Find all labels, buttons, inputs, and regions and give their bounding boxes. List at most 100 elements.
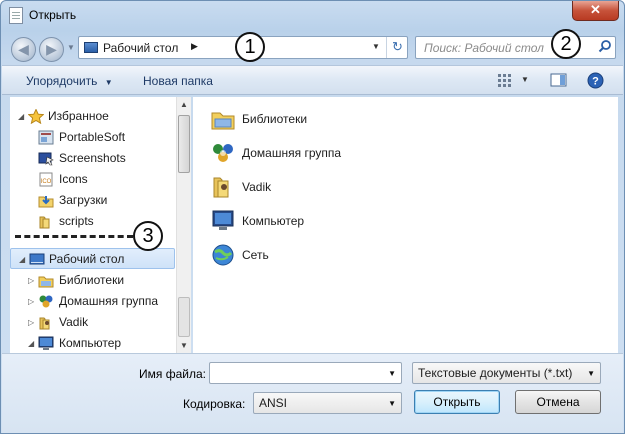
view-grid-icon[interactable] <box>497 72 515 88</box>
new-folder-button[interactable]: Новая папка <box>143 74 213 88</box>
ico-icon: ICO <box>38 172 54 187</box>
tree-item-homegroup[interactable]: ▷ Домашняя группа <box>10 291 175 312</box>
tree-item-label: PortableSoft <box>59 130 126 144</box>
filename-field[interactable]: ▼ <box>209 362 402 384</box>
tree-item-downloads[interactable]: Загрузки <box>10 190 175 211</box>
forward-button[interactable]: ▶ <box>39 37 64 62</box>
breadcrumb-arrow-icon[interactable]: ▶ <box>191 41 198 52</box>
dialog-footer: Имя файла: ▼ Текстовые документы (*.txt)… <box>2 353 623 433</box>
tree-item-computer[interactable]: ◢ Компьютер <box>10 333 175 353</box>
notepad-icon <box>9 7 23 24</box>
network-icon <box>211 243 235 267</box>
content-item-libraries[interactable]: Библиотеки <box>211 105 411 135</box>
content-item-label: Сеть <box>242 248 269 262</box>
libraries-icon <box>38 273 54 288</box>
tree-collapsed-icon[interactable]: ▷ <box>28 291 34 312</box>
tree-item-favorites[interactable]: ◢ Избранное <box>10 106 175 127</box>
open-dialog-window: Открыть ✕ ◀ ▶ ▼ Рабочий стол ▶ ▼ ↻ Поиск… <box>0 0 625 434</box>
homegroup-icon <box>38 294 54 309</box>
content-item-label: Библиотеки <box>242 112 308 126</box>
scroll-down-icon[interactable]: ▼ <box>177 338 191 353</box>
filetype-value: Текстовые документы (*.txt) <box>418 366 573 380</box>
filetype-select[interactable]: Текстовые документы (*.txt) ▼ <box>412 362 601 384</box>
organize-arrow-icon: ▼ <box>104 78 113 87</box>
search-icon[interactable] <box>596 39 614 56</box>
content-item-network[interactable]: Сеть <box>211 241 411 271</box>
tree-item-portablesoft[interactable]: PortableSoft <box>10 127 175 148</box>
tree-item-label: Домашняя группа <box>59 294 159 308</box>
star-icon <box>27 108 45 125</box>
callout-1: 1 <box>235 32 265 62</box>
desktop-icon <box>29 252 45 267</box>
tree-item-label: Библиотеки <box>59 273 125 287</box>
filename-label: Имя файла: <box>139 367 206 381</box>
content-item-label: Vadik <box>242 180 272 194</box>
preview-pane-icon[interactable] <box>550 72 568 88</box>
libraries-icon <box>211 107 235 131</box>
content-item-vadik[interactable]: Vadik <box>211 173 411 203</box>
recent-pages-dropdown-icon[interactable]: ▼ <box>67 43 75 52</box>
search-input[interactable]: Поиск: Рабочий стол <box>415 36 616 59</box>
tree-item-screenshots[interactable]: Screenshots <box>10 148 175 169</box>
encoding-dropdown-icon[interactable]: ▼ <box>388 399 396 408</box>
user-folder-icon <box>38 315 54 330</box>
encoding-value: ANSI <box>259 396 288 410</box>
tree-item-label: Screenshots <box>59 151 126 165</box>
tree-expanded-icon[interactable]: ◢ <box>19 249 25 270</box>
tree-item-label: Компьютер <box>59 336 122 350</box>
refresh-icon[interactable]: ↻ <box>386 37 408 58</box>
svg-text:ICO: ICO <box>41 179 52 185</box>
tree-expanded-icon[interactable]: ◢ <box>28 333 34 353</box>
tree-item-label: Vadik <box>59 315 89 329</box>
organize-button[interactable]: Упорядочить ▼ <box>26 74 113 88</box>
navigation-pane: ◢ Избранное PortableSoft Screenshots ICO… <box>10 97 191 353</box>
tree-item-icons[interactable]: ICO Icons <box>10 169 175 190</box>
open-button[interactable]: Открыть <box>414 390 500 414</box>
tree-item-label: Избранное <box>48 109 109 123</box>
encoding-label: Кодировка: <box>183 397 246 411</box>
close-button[interactable]: ✕ <box>572 1 619 21</box>
computer-icon <box>38 336 54 351</box>
separator-dashed-line <box>15 235 133 238</box>
back-button[interactable]: ◀ <box>11 37 36 62</box>
filename-dropdown-icon[interactable]: ▼ <box>388 369 396 378</box>
content-item-computer[interactable]: Компьютер <box>211 207 411 237</box>
user-folder-icon <box>211 175 235 199</box>
content-item-homegroup[interactable]: Домашняя группа <box>211 139 411 169</box>
callout-2: 2 <box>551 29 581 59</box>
scrollbar-track-segment[interactable] <box>178 297 190 337</box>
tree-collapsed-icon[interactable]: ▷ <box>28 270 34 291</box>
search-placeholder: Поиск: Рабочий стол <box>424 41 544 55</box>
content-item-label: Домашняя группа <box>242 146 342 160</box>
tree-expanded-icon[interactable]: ◢ <box>18 106 24 127</box>
navigation-scrollbar[interactable]: ▲ ▼ <box>176 97 191 353</box>
address-dropdown-icon[interactable]: ▼ <box>372 42 380 51</box>
downloads-icon <box>38 193 54 208</box>
desktop-icon <box>84 42 98 53</box>
app-icon <box>38 130 54 145</box>
tree-item-label: Рабочий стол <box>49 252 125 266</box>
content-item-label: Компьютер <box>242 214 305 228</box>
help-glyph: ? <box>592 76 599 88</box>
window-title: Открыть <box>29 8 77 22</box>
organize-label: Упорядочить <box>26 74 98 88</box>
tree-item-label: scripts <box>59 214 94 228</box>
callout-3: 3 <box>133 221 163 251</box>
homegroup-icon <box>211 141 235 165</box>
command-toolbar: Упорядочить ▼ Новая папка ▼ ? <box>2 65 623 95</box>
help-icon[interactable]: ? <box>587 72 605 89</box>
scroll-up-icon[interactable]: ▲ <box>177 97 191 112</box>
tree-item-desktop[interactable]: ◢ Рабочий стол <box>10 248 175 269</box>
title-bar: Открыть ✕ <box>1 1 624 31</box>
computer-icon <box>211 209 235 233</box>
scrollbar-thumb[interactable] <box>178 115 190 173</box>
tree-item-vadik[interactable]: ▷ Vadik <box>10 312 175 333</box>
address-location[interactable]: Рабочий стол <box>103 41 178 55</box>
cancel-button[interactable]: Отмена <box>515 390 601 414</box>
tree-item-label: Загрузки <box>59 193 108 207</box>
view-dropdown-icon[interactable]: ▼ <box>521 75 529 84</box>
filetype-dropdown-icon[interactable]: ▼ <box>587 369 595 378</box>
tree-collapsed-icon[interactable]: ▷ <box>28 312 34 333</box>
tree-item-libraries[interactable]: ▷ Библиотеки <box>10 270 175 291</box>
encoding-select[interactable]: ANSI ▼ <box>253 392 402 414</box>
